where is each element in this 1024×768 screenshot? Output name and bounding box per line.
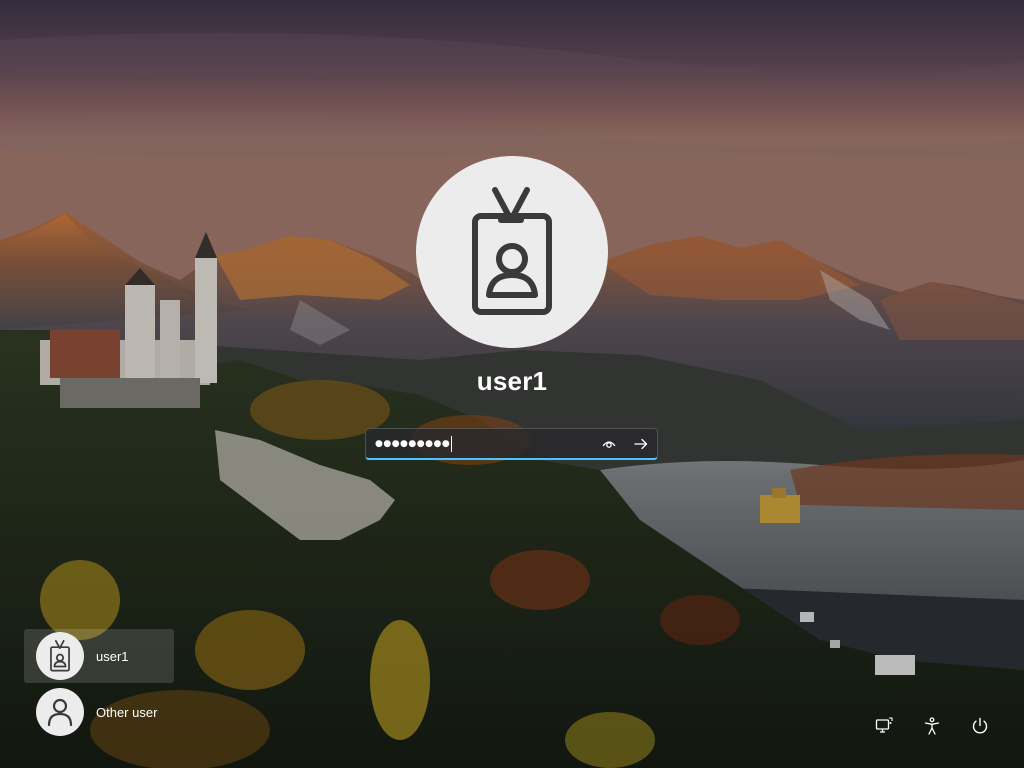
- password-masked-value: ●●●●●●●●●: [375, 438, 451, 449]
- user-list-item-label: Other user: [96, 704, 158, 720]
- eye-icon: [602, 440, 616, 448]
- user-list-item-label: user1: [96, 648, 129, 664]
- submit-password-button[interactable]: [625, 429, 657, 459]
- badge-person-icon: [472, 187, 552, 315]
- power-button[interactable]: [968, 714, 992, 738]
- password-field-container: ●●●●●●●●●: [365, 428, 658, 460]
- badge-person-icon: [50, 640, 70, 672]
- user1-avatar: [36, 632, 84, 680]
- user-list-item-other-user[interactable]: Other user: [24, 685, 174, 739]
- user-avatar: [416, 156, 608, 348]
- arrow-right-icon: [634, 438, 648, 449]
- lock-screen: user1 ●●●●●●●●● user1 Other user: [0, 0, 1024, 768]
- network-icon: [875, 717, 893, 733]
- power-icon: [972, 717, 988, 734]
- accessibility-icon: [924, 717, 940, 735]
- text-caret: [451, 435, 453, 452]
- person-icon: [47, 698, 73, 726]
- reveal-password-button[interactable]: [593, 429, 625, 459]
- other-user-avatar: [36, 688, 84, 736]
- accessibility-button[interactable]: [920, 714, 944, 738]
- user-list-item-user1[interactable]: user1: [24, 629, 174, 683]
- password-input[interactable]: ●●●●●●●●●: [366, 429, 593, 458]
- network-button[interactable]: [872, 714, 896, 738]
- username-label: user1: [476, 366, 548, 396]
